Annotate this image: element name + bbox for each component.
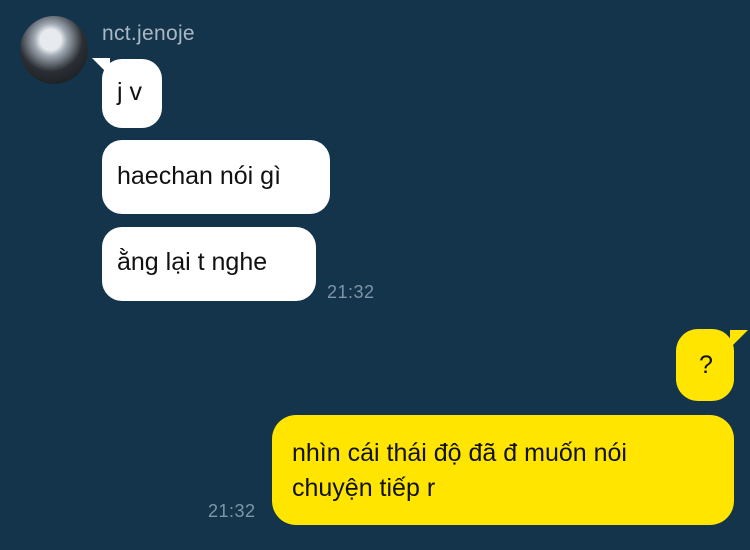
- incoming-message-bubble[interactable]: j v: [102, 59, 162, 128]
- avatar[interactable]: [20, 16, 88, 84]
- outgoing-message-bubble[interactable]: nhìn cái thái độ đã đ muốn nói chuyện ti…: [272, 415, 734, 525]
- outgoing-tail-icon: [730, 330, 748, 348]
- incoming-message-text: j v: [117, 78, 142, 106]
- incoming-message-text: ằng lại t nghe: [117, 248, 268, 276]
- outgoing-message-text: ?: [699, 351, 713, 379]
- incoming-message-bubble[interactable]: haechan nói gì: [102, 140, 330, 214]
- message-timestamp: 21:32: [208, 501, 256, 521]
- outgoing-message-bubble[interactable]: ?: [676, 329, 734, 401]
- message-timestamp: 21:32: [327, 282, 375, 302]
- outgoing-message-line: chuyện tiếp r: [292, 474, 436, 502]
- outgoing-message-line: nhìn cái thái độ đã đ muốn nói: [292, 439, 627, 467]
- incoming-message-bubble[interactable]: ằng lại t nghe: [102, 227, 316, 301]
- sender-name: nct.jenoje: [102, 22, 195, 45]
- incoming-message-text: haechan nói gì: [117, 162, 282, 190]
